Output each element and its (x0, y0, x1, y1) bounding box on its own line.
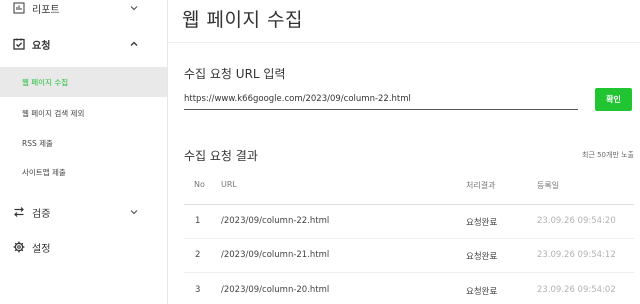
column-header-status: 처리결과 (466, 181, 496, 190)
chevron-up-icon[interactable] (128, 38, 140, 50)
column-header-url: URL (221, 180, 237, 189)
row-status: 요청완료 (466, 287, 498, 297)
chevron-down-icon[interactable] (128, 2, 140, 14)
chart-icon (12, 1, 26, 15)
sidebar-item-label: 사이트맵 제출 (22, 167, 66, 177)
row-date: 23.09.26 09:54:12 (537, 250, 616, 260)
row-url[interactable]: /2023/09/column-21.html (221, 250, 329, 260)
row-status: 요청완료 (466, 252, 498, 262)
results-note: 최근 50개만 노출 (582, 151, 634, 159)
sidebar-item-sitemap-submit[interactable]: 사이트맵 제출 (0, 157, 167, 187)
main-content: 웹 페이지 수집 수집 요청 URL 입력 확인 수집 요청 결과 최근 50개… (168, 0, 640, 304)
sidebar-item-rss-submit[interactable]: RSS 제출 (0, 128, 167, 158)
row-status: 요청완료 (466, 218, 498, 228)
confirm-button[interactable]: 확인 (595, 88, 632, 111)
sidebar-item-label: 리포트 (32, 4, 60, 16)
row-divider (184, 272, 634, 273)
sidebar-item-label: 요청 (32, 40, 51, 52)
sidebar-item-report[interactable]: 리포트 (0, 0, 167, 18)
sidebar-item-label: 웹 페이지 수집 (22, 77, 69, 87)
column-header-no: No (194, 180, 205, 189)
checkbox-icon (12, 37, 26, 51)
row-url[interactable]: /2023/09/column-22.html (221, 216, 329, 226)
page-title: 웹 페이지 수집 (182, 9, 303, 31)
sidebar-item-label: 검증 (32, 208, 51, 220)
sidebar: 리포트 요청 웹 페이지 수집 웹 페이지 검색 제외 RSS 제출 사이트맵 … (0, 0, 168, 304)
row-no: 2 (195, 250, 201, 260)
column-header-date: 등록일 (537, 181, 560, 190)
row-url[interactable]: /2023/09/column-20.html (221, 285, 329, 295)
url-input[interactable] (184, 88, 578, 110)
chevron-down-icon[interactable] (128, 206, 140, 218)
row-no: 1 (195, 216, 201, 226)
sidebar-item-settings[interactable]: 설정 (0, 237, 167, 257)
row-divider (184, 238, 634, 239)
sidebar-item-label: 설정 (32, 243, 51, 255)
arrows-icon (12, 205, 26, 219)
sidebar-item-label: RSS 제출 (22, 138, 53, 148)
title-divider (168, 42, 640, 43)
app-root: 리포트 요청 웹 페이지 수집 웹 페이지 검색 제외 RSS 제출 사이트맵 … (0, 0, 640, 304)
sidebar-item-web-page-exclude[interactable]: 웹 페이지 검색 제외 (0, 98, 167, 128)
row-no: 3 (195, 285, 201, 295)
row-date: 23.09.26 09:54:02 (537, 285, 616, 295)
sidebar-item-verify[interactable]: 검증 (0, 202, 167, 222)
sidebar-item-request[interactable]: 요청 (0, 34, 167, 54)
sidebar-item-label: 웹 페이지 검색 제외 (22, 108, 85, 118)
results-label: 수집 요청 결과 (184, 149, 258, 163)
table-header-divider (184, 204, 634, 205)
sidebar-item-web-page-collect[interactable]: 웹 페이지 수집 (0, 67, 167, 97)
gear-icon (12, 240, 26, 254)
row-date: 23.09.26 09:54:20 (537, 216, 616, 226)
url-input-label: 수집 요청 URL 입력 (184, 67, 286, 81)
